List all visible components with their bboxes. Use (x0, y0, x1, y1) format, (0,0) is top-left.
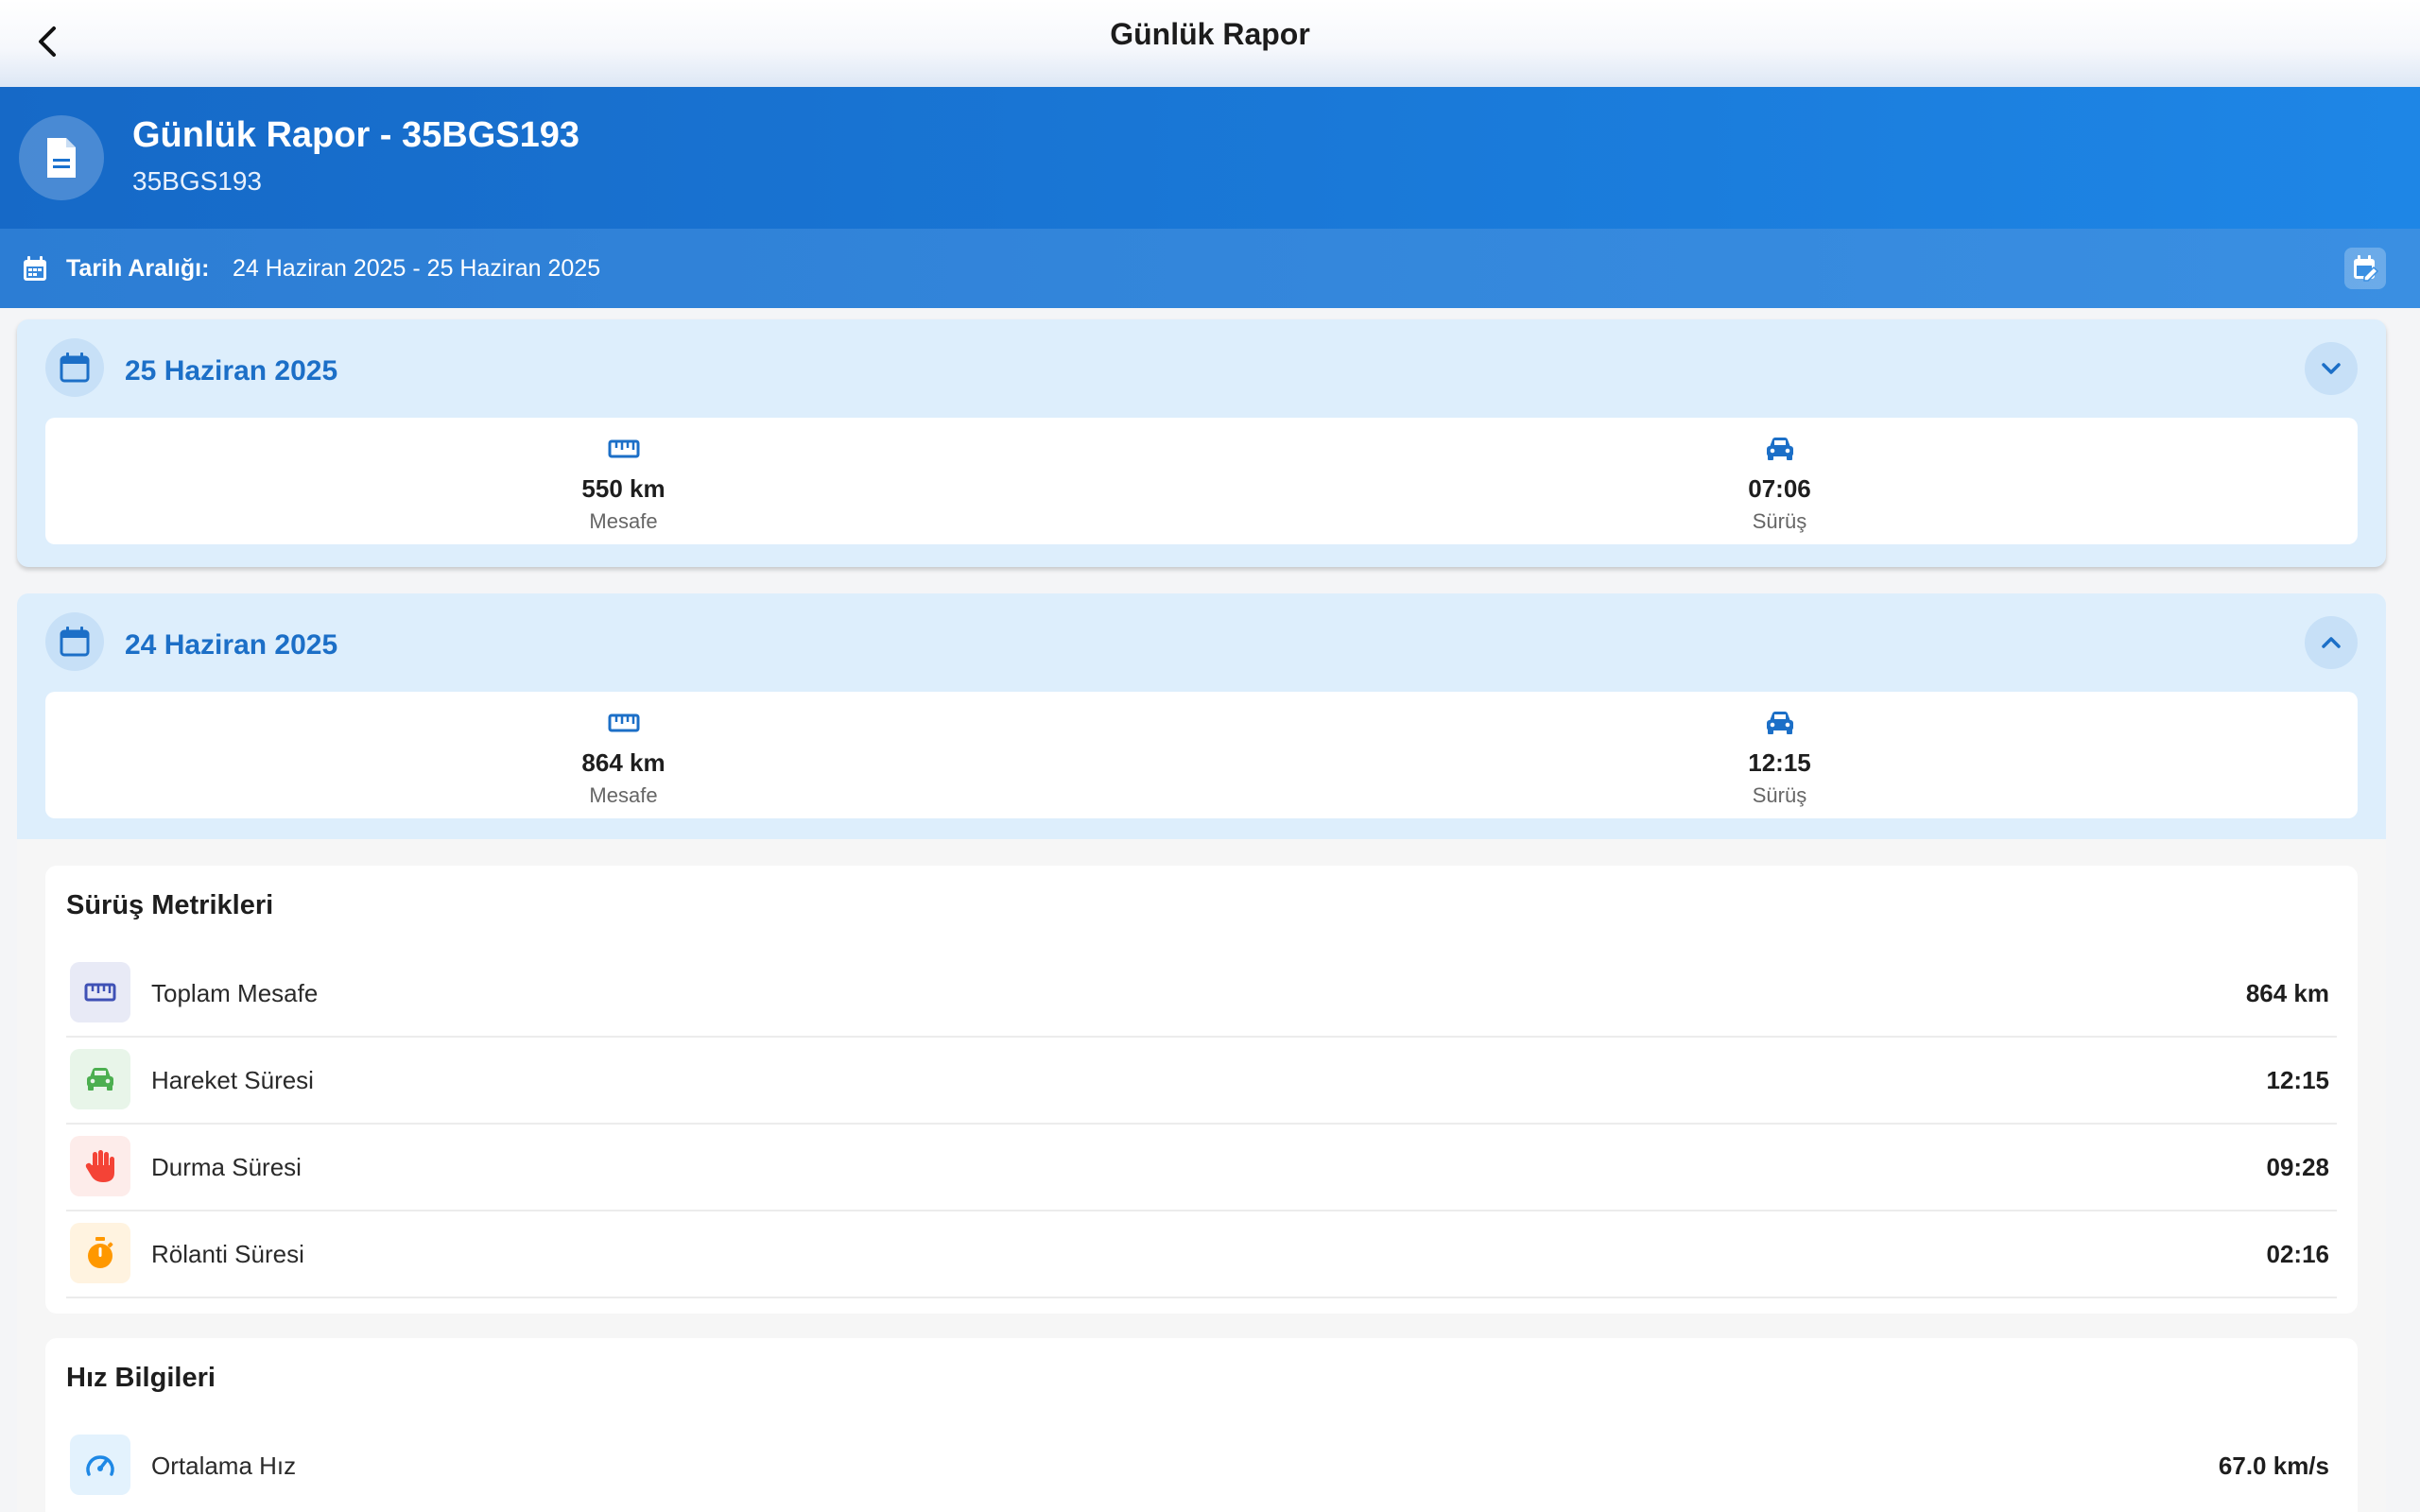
car-icon (1765, 435, 1795, 463)
car-icon (1765, 709, 1795, 737)
metric-value: 864 km (2245, 979, 2329, 1007)
expand-button[interactable] (2305, 342, 2358, 395)
distance-label: Mesafe (589, 509, 658, 533)
chevron-down-icon (2322, 363, 2341, 374)
distance-stat: 864 km Mesafe (45, 692, 1201, 818)
metric-value: 02:16 (2266, 1240, 2330, 1268)
speed-info-title: Hız Bilgileri (66, 1363, 216, 1393)
report-title: Günlük Rapor - 35BGS193 (132, 115, 580, 155)
date-range-label: Tarih Aralığı: (66, 255, 210, 282)
driving-label: Sürüş (1752, 509, 1807, 533)
collapse-button[interactable] (2305, 616, 2358, 669)
driving-value: 12:15 (1748, 748, 1811, 777)
metric-row-stop-time: Durma Süresi 09:28 (66, 1125, 2337, 1211)
date-range-value: 24 Haziran 2025 - 25 Haziran 2025 (233, 255, 601, 282)
ruler-icon (70, 962, 130, 1022)
metric-value: 67.0 km/s (2218, 1452, 2329, 1480)
day-card-header[interactable]: 24 Haziran 2025 (17, 593, 2386, 692)
metric-value: 09:28 (2266, 1153, 2330, 1181)
document-icon (19, 115, 104, 200)
app-bar-title: Günlük Rapor (1110, 16, 1310, 51)
chevron-up-icon (2322, 637, 2341, 648)
ruler-icon (608, 435, 640, 463)
driving-stat: 12:15 Sürüş (1201, 692, 2358, 818)
distance-value: 864 km (581, 748, 666, 777)
calendar-icon (45, 612, 104, 671)
back-button[interactable] (21, 15, 74, 68)
metric-label: Toplam Mesafe (151, 979, 319, 1007)
day-date: 24 Haziran 2025 (125, 629, 338, 661)
day-date: 25 Haziran 2025 (125, 355, 338, 387)
daily-report-screen: Günlük Rapor Günlük Rapor - 35BGS193 35B… (0, 0, 2420, 1512)
metric-value: 12:15 (2266, 1066, 2330, 1094)
calendar-icon (45, 338, 104, 397)
metric-row-average-speed: Ortalama Hız 67.0 km/s (66, 1423, 2337, 1510)
back-arrow-icon (39, 26, 56, 57)
timer-icon (70, 1223, 130, 1283)
day-card: 25 Haziran 2025 550 km Mesafe 07:06 Sürü… (17, 319, 2386, 567)
app-bar: Günlük Rapor (0, 0, 2420, 87)
metric-label: Ortalama Hız (151, 1452, 297, 1480)
driving-stat: 07:06 Sürüş (1201, 418, 2358, 544)
day-card: 24 Haziran 2025 864 km Mesafe 12:15 Sürü… (17, 593, 2386, 858)
day-summary: 864 km Mesafe 12:15 Sürüş (45, 692, 2358, 818)
calendar-edit-icon (2354, 255, 2379, 282)
car-icon (70, 1049, 130, 1109)
metric-row-moving-time: Hareket Süresi 12:15 (66, 1038, 2337, 1125)
report-header: Günlük Rapor - 35BGS193 35BGS193 (0, 87, 2420, 229)
metric-label: Rölanti Süresi (151, 1240, 304, 1268)
distance-stat: 550 km Mesafe (45, 418, 1201, 544)
ruler-icon (608, 709, 640, 737)
driving-label: Sürüş (1752, 783, 1807, 807)
speedometer-icon (70, 1435, 130, 1495)
distance-label: Mesafe (589, 783, 658, 807)
speed-info-panel: Hız Bilgileri Ortalama Hız 67.0 km/s (45, 1338, 2358, 1512)
metric-row-idle-time: Rölanti Süresi 02:16 (66, 1211, 2337, 1298)
day-card-header[interactable]: 25 Haziran 2025 (17, 319, 2386, 418)
driving-value: 07:06 (1748, 474, 1811, 503)
metric-row-total-distance: Toplam Mesafe 864 km (66, 951, 2337, 1038)
calendar-icon (21, 255, 49, 288)
plate-number: 35BGS193 (132, 166, 262, 196)
driving-metrics-panel: Sürüş Metrikleri Toplam Mesafe 864 km Ha… (45, 866, 2358, 1314)
edit-date-range-button[interactable] (2344, 248, 2386, 289)
metric-label: Durma Süresi (151, 1153, 302, 1181)
driving-metrics-title: Sürüş Metrikleri (66, 890, 274, 920)
hand-icon (70, 1136, 130, 1196)
day-summary: 550 km Mesafe 07:06 Sürüş (45, 418, 2358, 544)
metric-label: Hareket Süresi (151, 1066, 314, 1094)
distance-value: 550 km (581, 474, 666, 503)
